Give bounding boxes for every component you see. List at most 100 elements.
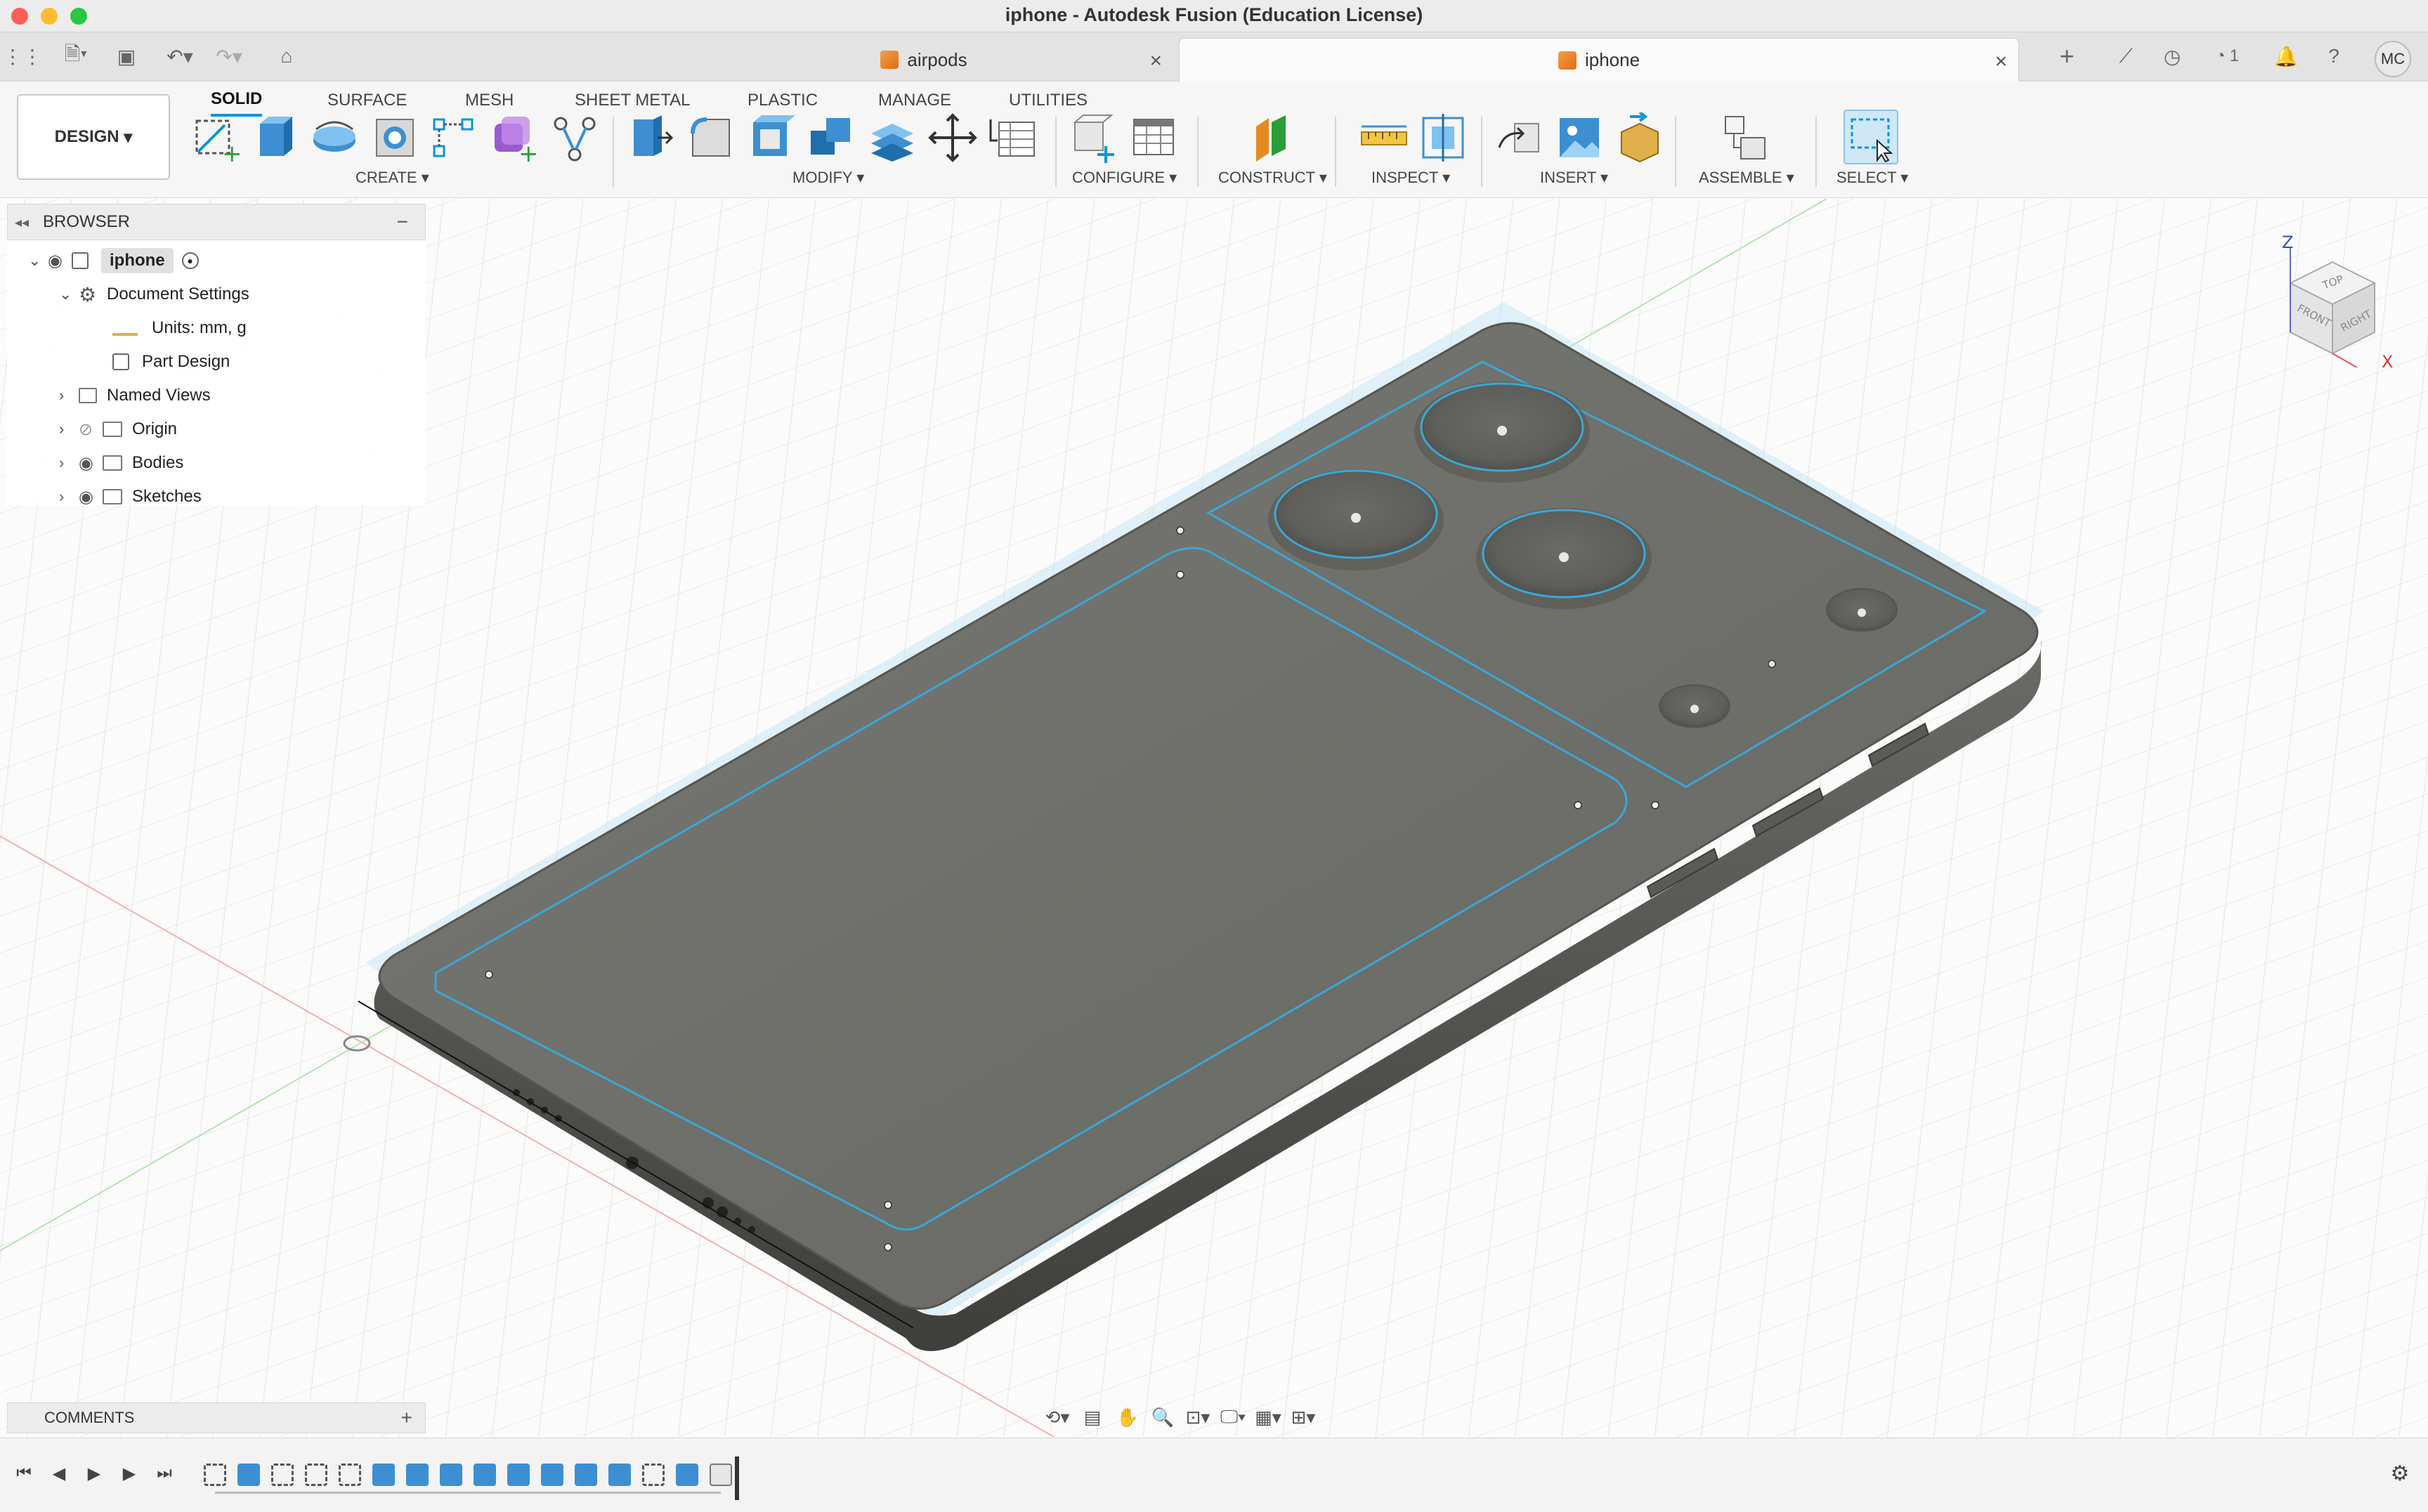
close-tab-icon[interactable]: ×: [1149, 49, 1162, 73]
workspace-switcher-button[interactable]: DESIGN ▾: [17, 94, 170, 180]
step-back-icon[interactable]: ◀: [45, 1459, 73, 1487]
timeline-extrude-feature[interactable]: [440, 1464, 462, 1486]
comments-panel[interactable]: COMMENTS +: [7, 1402, 426, 1433]
sensor-lens[interactable]: [1659, 684, 1730, 728]
revolve-icon[interactable]: [309, 112, 360, 163]
construct-menu[interactable]: CONSTRUCT ▾: [1218, 169, 1327, 187]
help-icon[interactable]: ?: [2318, 42, 2349, 70]
camera-lens[interactable]: [1476, 508, 1652, 609]
hole-icon[interactable]: [370, 112, 420, 163]
chevron-right-icon[interactable]: ›: [59, 454, 79, 472]
browser-item-document-settings[interactable]: ⌄ ⚙ Document Settings: [59, 278, 249, 311]
display-settings-icon[interactable]: 🖵▾: [1215, 1403, 1251, 1431]
activate-radio-icon[interactable]: ●: [181, 252, 199, 269]
insert-menu[interactable]: INSERT ▾: [1540, 169, 1608, 187]
combine-icon[interactable]: [807, 112, 857, 163]
minimize-browser-icon[interactable]: −: [397, 211, 408, 233]
browser-item-bodies[interactable]: › ◉ Bodies: [59, 447, 183, 479]
undo-icon[interactable]: ↶▾: [159, 42, 201, 70]
create-form-icon[interactable]: +: [489, 112, 540, 163]
timeline-extrude-feature[interactable]: [474, 1464, 496, 1486]
pan-hand-icon[interactable]: ✋: [1110, 1403, 1145, 1431]
tab-iphone[interactable]: iphone ×: [1179, 38, 2019, 82]
browser-item-part-design[interactable]: Part Design: [112, 346, 230, 378]
timeline-extrude-feature[interactable]: [406, 1464, 429, 1486]
eye-icon[interactable]: ◉: [79, 453, 103, 474]
modify-menu[interactable]: MODIFY ▾: [792, 169, 864, 187]
viewports-icon[interactable]: ⊞▾: [1286, 1403, 1321, 1431]
timeline-extrude-feature[interactable]: [575, 1464, 597, 1486]
shell-icon[interactable]: [746, 112, 797, 163]
job-status-icon[interactable]: ◔ 1: [2205, 42, 2250, 70]
timeline-sketch-feature[interactable]: [339, 1464, 361, 1486]
insert-canvas-icon[interactable]: [1554, 112, 1605, 163]
measure-icon[interactable]: [1359, 112, 1409, 163]
timeline-sketch-feature[interactable]: [204, 1464, 226, 1486]
chevron-right-icon[interactable]: ›: [59, 386, 79, 405]
browser-item-sketches[interactable]: › ◉ Sketches: [59, 481, 202, 513]
timeline-extrude-feature[interactable]: [676, 1464, 698, 1486]
notifications-bell-icon[interactable]: 🔔: [2271, 42, 2302, 70]
fit-icon[interactable]: ⊡▾: [1180, 1403, 1215, 1431]
offset-plane-icon[interactable]: [1246, 112, 1297, 163]
eye-icon[interactable]: ◉: [79, 487, 103, 507]
go-to-end-icon[interactable]: ⏭: [150, 1459, 178, 1487]
timeline-settings-gear-icon[interactable]: ⚙: [2386, 1459, 2414, 1487]
configure-menu[interactable]: CONFIGURE ▾: [1072, 169, 1177, 187]
timeline-extrude-feature[interactable]: [507, 1464, 530, 1486]
flash-lens[interactable]: [1826, 588, 1898, 632]
orbit-icon[interactable]: ⟲▾: [1040, 1403, 1075, 1431]
camera-lens[interactable]: [1414, 382, 1590, 483]
timeline-marker[interactable]: [735, 1456, 739, 1500]
eye-hidden-icon[interactable]: ⊘: [79, 419, 103, 440]
offset-face-icon[interactable]: [867, 112, 918, 163]
zoom-icon[interactable]: 🔍: [1145, 1403, 1180, 1431]
browser-item-units[interactable]: Units: mm, g: [112, 312, 247, 344]
timeline-extrude-feature[interactable]: [372, 1464, 395, 1486]
new-tab-icon[interactable]: +: [2051, 41, 2082, 70]
play-icon[interactable]: ▶: [80, 1459, 108, 1487]
grid-settings-icon[interactable]: ▦▾: [1251, 1403, 1286, 1431]
select-tool-button[interactable]: [1843, 110, 1898, 164]
camera-lens[interactable]: [1268, 469, 1444, 571]
select-menu[interactable]: SELECT ▾: [1836, 169, 1908, 187]
create-menu[interactable]: CREATE ▾: [355, 169, 429, 187]
data-panel-grid-icon[interactable]: ⋮⋮: [3, 42, 42, 70]
insert-derive-icon[interactable]: [1495, 112, 1546, 163]
timeline-fillet-feature[interactable]: [710, 1464, 732, 1486]
new-component-icon[interactable]: [1720, 112, 1770, 163]
timeline-extrude-feature[interactable]: [608, 1464, 631, 1486]
viewcube[interactable]: TOP FRONT RIGHT Z X: [2276, 227, 2403, 367]
collapse-panel-icon[interactable]: ◂◂: [8, 214, 36, 231]
look-at-icon[interactable]: ▤: [1075, 1403, 1110, 1431]
extrude-icon[interactable]: [250, 112, 301, 163]
timeline-extrude-feature[interactable]: [237, 1464, 260, 1486]
section-analysis-icon[interactable]: [1418, 112, 1468, 163]
file-menu-icon[interactable]: 🗎▾: [53, 42, 98, 70]
browser-item-named-views[interactable]: › Named Views: [59, 379, 211, 412]
save-icon[interactable]: ▣: [112, 42, 141, 70]
redo-icon[interactable]: ↷▾: [208, 42, 250, 70]
go-to-start-icon[interactable]: ⏮: [10, 1459, 38, 1487]
timeline-extrude-feature[interactable]: [541, 1464, 563, 1486]
user-avatar[interactable]: MC: [2375, 41, 2411, 77]
chevron-right-icon[interactable]: ›: [59, 420, 79, 438]
chevron-down-icon[interactable]: ⌄: [59, 285, 79, 304]
assemble-menu[interactable]: ASSEMBLE ▾: [1699, 169, 1794, 187]
timeline-sketch-feature[interactable]: [642, 1464, 665, 1486]
create-sketch-icon[interactable]: +: [191, 112, 242, 163]
online-status-icon[interactable]: ◷: [2157, 42, 2188, 70]
chevron-down-icon[interactable]: ⌄: [28, 252, 48, 270]
tab-airpods[interactable]: airpods ×: [674, 38, 1173, 82]
configure-insert-icon[interactable]: [1068, 112, 1118, 163]
browser-root-row[interactable]: ⌄ ◉ iphone ●: [28, 245, 199, 277]
home-icon[interactable]: ⌂: [271, 42, 302, 70]
eye-icon[interactable]: ◉: [48, 251, 72, 271]
close-tab-icon[interactable]: ×: [1995, 50, 2007, 74]
browser-item-origin[interactable]: › ⊘ Origin: [59, 413, 177, 445]
fillet-icon[interactable]: [686, 112, 736, 163]
chevron-right-icon[interactable]: ›: [59, 488, 79, 506]
step-forward-icon[interactable]: ▶: [115, 1459, 143, 1487]
insert-mcmaster-icon[interactable]: [1614, 112, 1665, 163]
inspect-menu[interactable]: INSPECT ▾: [1371, 169, 1450, 187]
